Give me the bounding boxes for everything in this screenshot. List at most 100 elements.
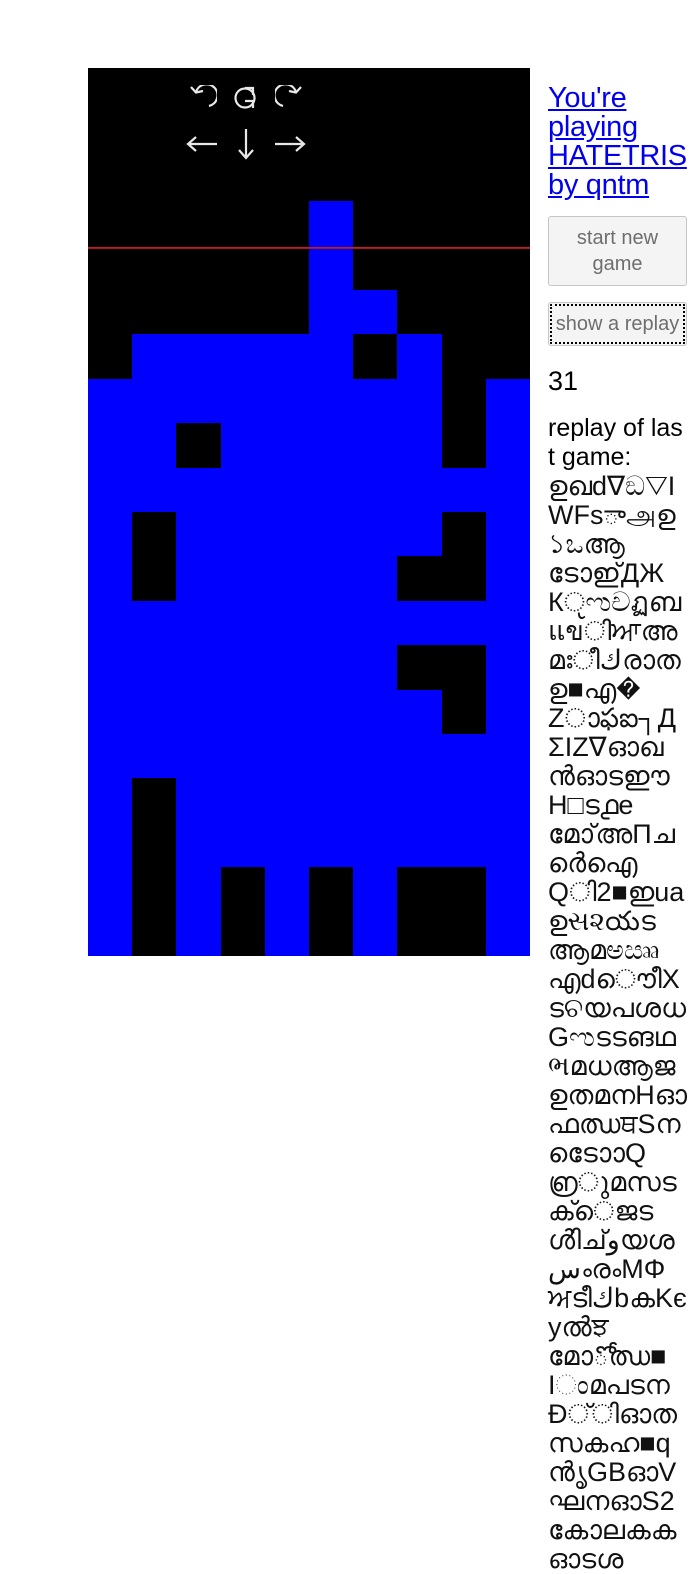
danger-line: [88, 247, 530, 249]
well-cell: [132, 600, 177, 646]
well-cell: [264, 778, 309, 823]
well-cell: [353, 911, 398, 956]
well-cell: [353, 378, 398, 424]
well-cell: [88, 378, 133, 424]
move-down-icon[interactable]: [224, 126, 268, 162]
well-cell: [176, 734, 221, 779]
well-cell: [309, 734, 354, 779]
hatetris-page: You're playing HATETRIS by qntm start ne…: [0, 0, 700, 1574]
well-cell: [353, 734, 398, 779]
control-bar: [88, 68, 530, 160]
well-cell: [220, 734, 265, 779]
well-cell: [132, 645, 177, 690]
well-cell: [88, 689, 133, 734]
well-cell: [220, 378, 265, 424]
well-cell: [485, 423, 530, 468]
well-cell: [397, 822, 442, 868]
well-cell: [485, 467, 530, 512]
well-cell: [176, 778, 221, 823]
well-cell: [176, 334, 221, 379]
well-cell: [309, 556, 354, 601]
well-cell: [264, 423, 309, 468]
well-cell: [485, 778, 530, 823]
well-cell: [353, 822, 398, 868]
rotate-clockwise-icon[interactable]: [268, 80, 312, 116]
well-cell: [88, 512, 133, 557]
well-cell: [309, 423, 354, 468]
well-cell: [132, 689, 177, 734]
well-cell: [176, 867, 221, 912]
well-cell: [132, 378, 177, 424]
well-cell: [88, 600, 133, 646]
well-cell: [88, 556, 133, 601]
well-cell: [485, 734, 530, 779]
well-cell: [485, 645, 530, 690]
well-cell: [309, 290, 354, 335]
well-cell: [264, 734, 309, 779]
reset-rotation-icon[interactable]: [224, 80, 268, 116]
well-cell: [220, 689, 265, 734]
well-cell: [397, 689, 442, 734]
well-cell: [220, 822, 265, 868]
start-new-game-button[interactable]: start new game: [548, 216, 687, 286]
well-cell: [441, 822, 486, 868]
move-left-icon[interactable]: [180, 126, 224, 162]
well-cell: [485, 556, 530, 601]
well-cell: [264, 867, 309, 912]
well-cell: [441, 734, 486, 779]
well-cell: [353, 867, 398, 912]
well-cell: [353, 512, 398, 557]
well-cell: [309, 778, 354, 823]
well-cell: [220, 645, 265, 690]
well-cell: [485, 822, 530, 868]
well-cell: [264, 689, 309, 734]
well-cell: [88, 867, 133, 912]
tetris-well[interactable]: [88, 68, 530, 956]
well-cell: [441, 467, 486, 512]
well-cell: [176, 645, 221, 690]
well-cell: [397, 600, 442, 646]
well-cell: [397, 778, 442, 823]
well-cell: [176, 689, 221, 734]
well-cell: [264, 822, 309, 868]
well-cell: [264, 467, 309, 512]
well-cell: [132, 334, 177, 379]
well-cell: [88, 778, 133, 823]
replay-string[interactable]: ഉഖd∇ඞ▽IWFsాஅഉ১ಒആടോഇ്ДЖКੵಌචฏബแขിਆഅമഃീكരാത…: [548, 472, 688, 1574]
well-cell: [88, 734, 133, 779]
well-cell: [353, 423, 398, 468]
well-cell: [176, 556, 221, 601]
show-replay-button[interactable]: show a replay: [548, 302, 687, 346]
page-title-link[interactable]: You're playing HATETRIS by qntm: [548, 84, 688, 200]
well-cell: [264, 600, 309, 646]
well-cell: [88, 645, 133, 690]
well-cell: [485, 378, 530, 424]
well-cell: [264, 378, 309, 424]
well-cell: [353, 778, 398, 823]
move-right-icon[interactable]: [268, 126, 312, 162]
game-board: [88, 68, 530, 956]
well-cell: [353, 600, 398, 646]
well-cell: [353, 689, 398, 734]
well-cell: [88, 822, 133, 868]
well-cell: [397, 512, 442, 557]
well-cell: [88, 911, 133, 956]
well-cell: [441, 778, 486, 823]
well-cell: [397, 467, 442, 512]
well-cell: [309, 822, 354, 868]
well-cell: [88, 423, 133, 468]
well-cell: [309, 467, 354, 512]
well-cell: [132, 734, 177, 779]
well-cell: [309, 245, 354, 290]
well-cell: [264, 911, 309, 956]
well-cell: [220, 423, 265, 468]
well-cell: [176, 822, 221, 868]
rotate-counterclockwise-icon[interactable]: [180, 80, 224, 116]
well-cell: [353, 290, 398, 335]
well-cell: [88, 467, 133, 512]
well-cell: [485, 600, 530, 646]
well-cell: [132, 467, 177, 512]
well-cell: [309, 689, 354, 734]
well-cell: [132, 423, 177, 468]
well-cell: [176, 467, 221, 512]
